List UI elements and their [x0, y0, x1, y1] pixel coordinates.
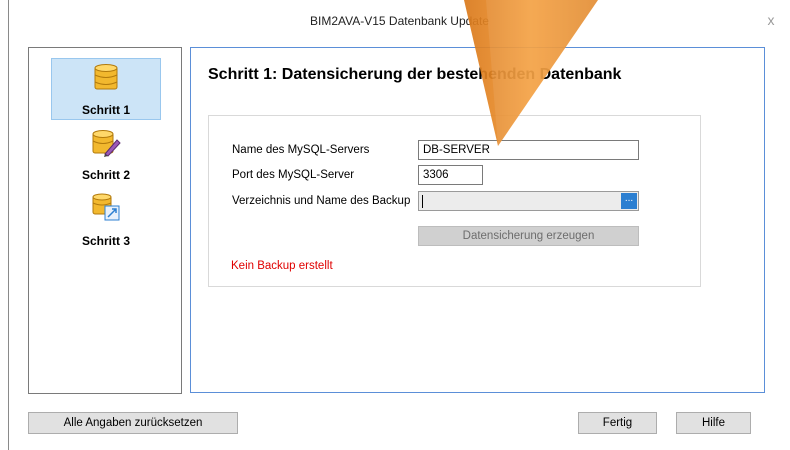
- step-1-label: Schritt 1: [81, 103, 130, 117]
- step-navigation-panel: Schritt 1 Schritt 2 Schritt 3: [28, 47, 182, 394]
- close-icon[interactable]: x: [764, 12, 778, 28]
- finish-button[interactable]: Fertig: [578, 412, 657, 434]
- server-name-field[interactable]: DB-SERVER: [418, 140, 639, 160]
- create-backup-button[interactable]: Datensicherung erzeugen: [418, 226, 639, 246]
- server-name-label: Name des MySQL-Servers: [232, 144, 370, 156]
- backup-path-label: Verzeichnis und Name des Backup: [232, 195, 411, 207]
- window-border: [8, 0, 9, 450]
- database-icon: [94, 64, 118, 90]
- step-1-item[interactable]: Schritt 1: [51, 58, 161, 120]
- step-3-label: Schritt 3: [81, 234, 130, 248]
- backup-path-field[interactable]: ...: [418, 191, 639, 211]
- server-port-label: Port des MySQL-Server: [232, 169, 355, 181]
- page-title: Schritt 1: Datensicherung der bestehende…: [208, 66, 622, 83]
- window-title: BIM2AVA-V15 Datenbank Update: [310, 14, 489, 28]
- help-button[interactable]: Hilfe: [676, 412, 751, 434]
- database-edit-icon: [92, 130, 121, 157]
- server-port-field[interactable]: 3306: [418, 165, 483, 185]
- step-2-item[interactable]: Schritt 2: [51, 128, 161, 184]
- title-bar: BIM2AVA-V15 Datenbank Update x: [9, 0, 790, 36]
- database-import-icon: [92, 193, 120, 221]
- browse-button[interactable]: ...: [621, 193, 637, 209]
- text-caret: [422, 195, 423, 208]
- main-panel: Schritt 1: Datensicherung der bestehende…: [190, 47, 765, 393]
- step-2-label: Schritt 2: [81, 168, 130, 182]
- step-3-item[interactable]: Schritt 3: [51, 192, 161, 252]
- backup-status-text: Kein Backup erstellt: [231, 260, 333, 272]
- backup-form-group: Name des MySQL-Servers DB-SERVER Port de…: [208, 115, 701, 287]
- reset-button[interactable]: Alle Angaben zurücksetzen: [28, 412, 238, 434]
